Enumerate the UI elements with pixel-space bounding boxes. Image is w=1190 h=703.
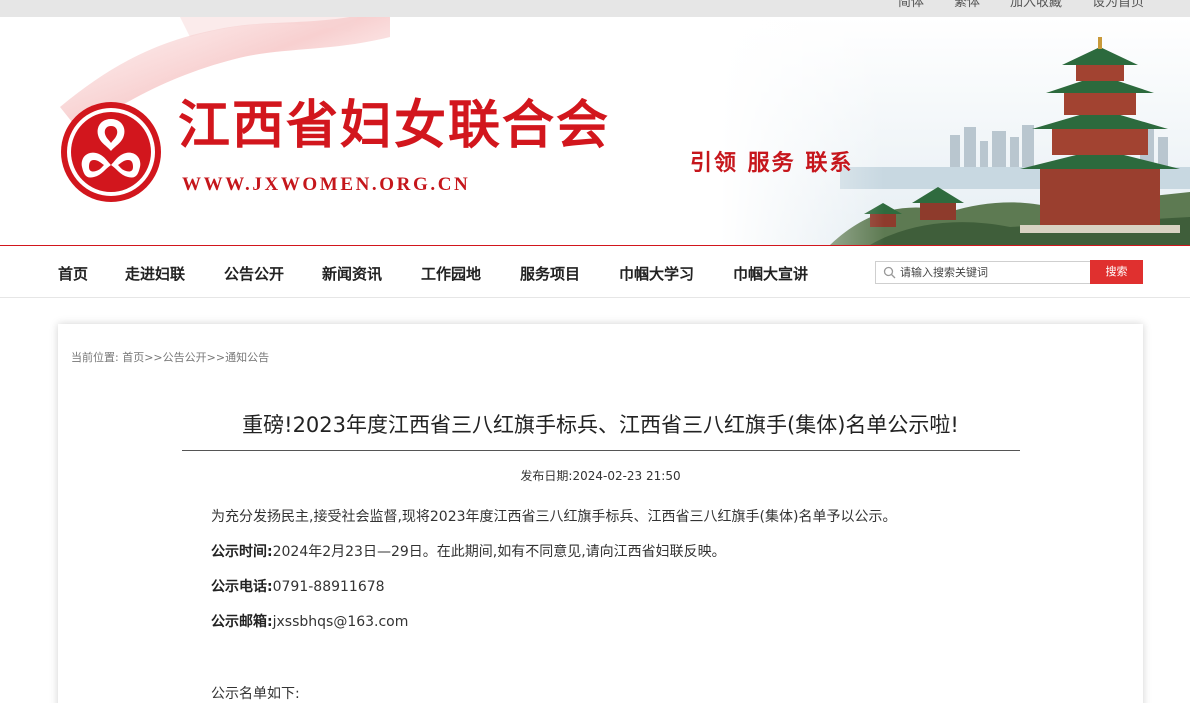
breadcrumb-separator: >>	[206, 351, 226, 364]
simplified-chinese-link[interactable]: 简体	[898, 0, 924, 10]
site-url: WWW.JXWOMEN.ORG.CN	[182, 174, 471, 195]
women-federation-emblem-icon	[61, 102, 161, 202]
search-icon	[883, 266, 896, 279]
search-input[interactable]	[900, 264, 1085, 281]
site-name: 江西省妇女联合会	[178, 95, 611, 156]
breadcrumb-separator: >>	[144, 351, 163, 364]
notice-time-label: 公示时间:	[211, 544, 273, 560]
nav-item-news[interactable]: 新闻资讯	[322, 263, 382, 284]
nav-item-study[interactable]: 巾帼大学习	[619, 263, 694, 284]
nav-item-about[interactable]: 走进妇联	[125, 263, 185, 284]
top-links: 简体 繁体 加入收藏 设为首页	[898, 0, 1144, 10]
breadcrumb: 当前位置: 首页>>公告公开>>通知公告	[71, 349, 269, 365]
breadcrumb-announcements[interactable]: 公告公开	[163, 351, 207, 364]
notice-phone-label: 公示电话:	[211, 579, 273, 595]
set-homepage-link[interactable]: 设为首页	[1092, 0, 1144, 10]
notice-phone: 公示电话:0791-88911678	[211, 576, 385, 596]
breadcrumb-home[interactable]: 首页	[122, 351, 144, 364]
article-title: 重磅!2023年度江西省三八红旗手标兵、江西省三八红旗手(集体)名单公示啦!	[242, 413, 959, 437]
nav-item-services[interactable]: 服务项目	[520, 263, 580, 284]
notice-email-value[interactable]: jxssbhqs@163.com	[273, 614, 409, 630]
breadcrumb-notices[interactable]: 通知公告	[225, 351, 269, 364]
notice-time-value: 2024年2月23日—29日。在此期间,如有不同意见,请向江西省妇联反映。	[272, 544, 726, 560]
notice-email: 公示邮箱:jxssbhqs@163.com	[211, 611, 408, 631]
article-intro: 为充分发扬民主,接受社会监督,现将2023年度江西省三八红旗手标兵、江西省三八红…	[211, 509, 897, 525]
slogan: 引领 服务 联系	[690, 151, 854, 176]
nav-item-announcements[interactable]: 公告公开	[224, 263, 284, 284]
nav-item-work[interactable]: 工作园地	[421, 263, 481, 284]
article-card: 当前位置: 首页>>公告公开>>通知公告 重磅!2023年度江西省三八红旗手标兵…	[58, 324, 1143, 703]
breadcrumb-prefix: 当前位置:	[71, 351, 119, 364]
nav-item-lectures[interactable]: 巾帼大宣讲	[733, 263, 808, 284]
title-divider	[182, 450, 1020, 451]
notice-time: 公示时间:2024年2月23日—29日。在此期间,如有不同意见,请向江西省妇联反…	[211, 541, 726, 561]
notice-phone-value: 0791-88911678	[272, 579, 385, 595]
traditional-chinese-link[interactable]: 繁体	[954, 0, 980, 10]
search-box	[875, 261, 1091, 284]
site-header: 江西省妇女联合会 WWW.JXWOMEN.ORG.CN 引领 服务 联系	[0, 17, 1190, 245]
list-heading: 公示名单如下:	[211, 686, 300, 702]
notice-email-label: 公示邮箱:	[211, 614, 273, 630]
add-favorite-link[interactable]: 加入收藏	[1010, 0, 1062, 10]
tengwang-pavilion-scenery	[720, 17, 1190, 245]
top-utility-bar: 简体 繁体 加入收藏 设为首页	[0, 0, 1190, 17]
nav-item-home[interactable]: 首页	[58, 263, 88, 284]
publish-date: 发布日期:2024-02-23 21:50	[520, 469, 681, 483]
search-button[interactable]: 搜索	[1090, 260, 1143, 284]
